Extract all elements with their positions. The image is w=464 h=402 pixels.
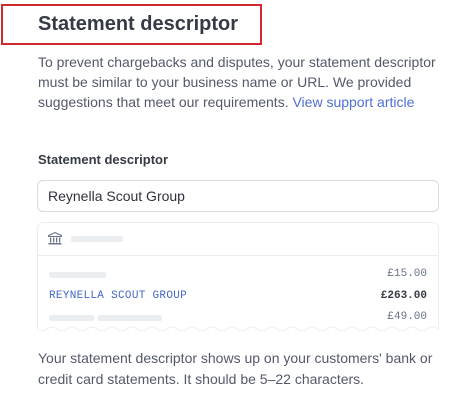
statement-descriptor-input[interactable]	[37, 180, 439, 212]
row-amount: £15.00	[387, 268, 427, 280]
descriptor-placeholder	[98, 315, 162, 321]
preview-header	[38, 223, 438, 256]
help-text: Your statement descriptor shows up on yo…	[38, 350, 433, 387]
statement-row: £15.00	[38, 267, 438, 283]
statement-descriptor-label: Statement descriptor	[38, 152, 169, 167]
torn-edge	[37, 326, 439, 332]
intro-text: To prevent chargebacks and disputes, you…	[38, 52, 438, 112]
statement-row-highlighted: REYNELLA SCOUT GROUP £263.00	[38, 289, 438, 305]
view-support-article-link[interactable]: View support article	[292, 94, 414, 110]
row-amount: £49.00	[387, 311, 427, 323]
statement-row: £49.00	[38, 310, 438, 326]
descriptor-placeholder	[49, 272, 106, 278]
page-title: Statement descriptor	[38, 13, 239, 35]
statement-descriptor-preview: REYNELLA SCOUT GROUP	[49, 290, 188, 302]
bank-icon	[48, 232, 62, 245]
statement-preview: £15.00 REYNELLA SCOUT GROUP £263.00 £49.…	[37, 222, 439, 330]
descriptor-placeholder	[49, 315, 94, 321]
row-amount: £263.00	[380, 290, 427, 302]
bank-name-placeholder	[71, 236, 123, 242]
